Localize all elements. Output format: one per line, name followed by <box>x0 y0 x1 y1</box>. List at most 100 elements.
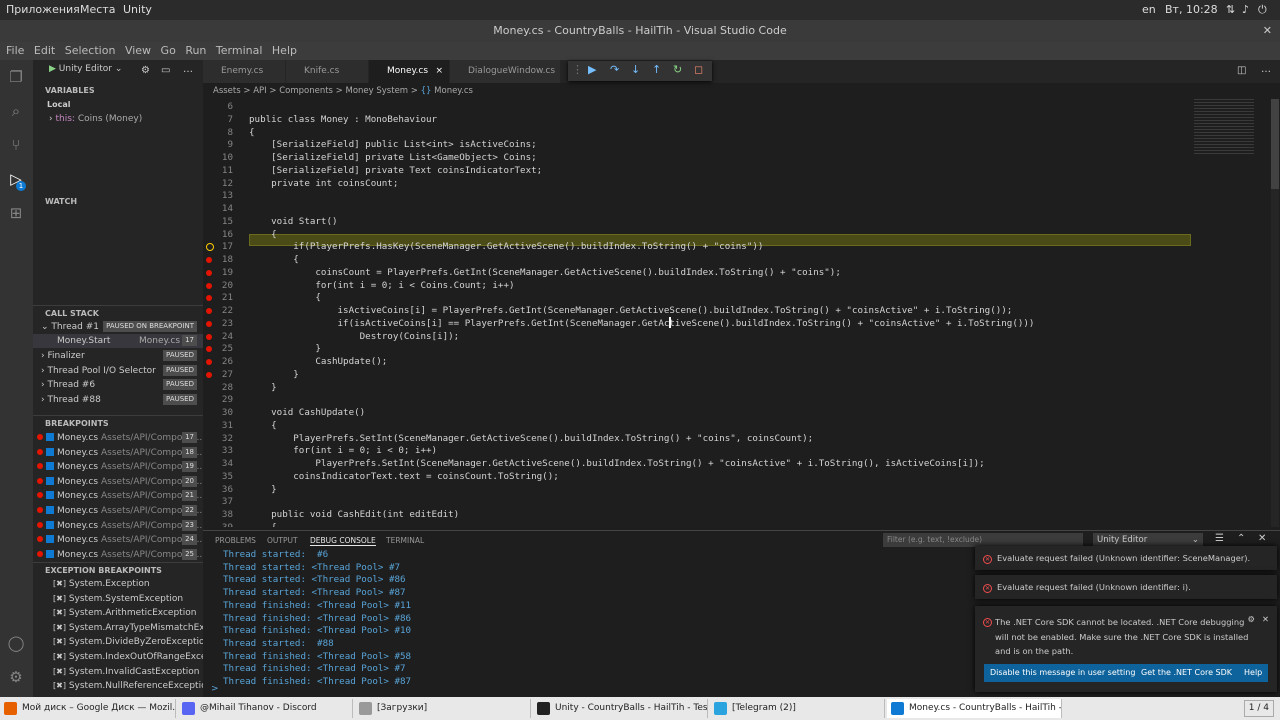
callstack-header[interactable]: CALL STACK <box>33 305 203 321</box>
tab-dialoguewindow[interactable]: DialogueWindow.cs <box>450 60 560 83</box>
keyboard-layout[interactable]: en <box>1142 3 1156 16</box>
breadcrumb-item[interactable]: Assets <box>213 86 241 96</box>
code-line[interactable]: { <box>249 292 321 303</box>
menu-edit[interactable]: Edit <box>34 42 55 60</box>
tab-debug-console[interactable]: DEBUG CONSOLE <box>310 536 376 546</box>
tab-problems[interactable]: PROBLEMS <box>215 536 256 545</box>
variable-this[interactable]: › this: Coins (Money) <box>33 112 203 126</box>
applications-menu[interactable]: Приложения <box>6 3 80 16</box>
exception-breakpoint-item[interactable]: [✖] System.ArithmeticException <box>33 606 203 620</box>
close-tab-icon[interactable]: × <box>435 60 443 83</box>
code-line[interactable]: public class Money : MonoBehaviour <box>249 114 437 125</box>
code-line[interactable]: } <box>249 484 277 495</box>
breakpoint-item[interactable]: Money.cs Assets/API/Compone... 23 <box>33 519 203 533</box>
breadcrumb-item[interactable]: API <box>253 86 266 96</box>
code-line[interactable]: { <box>249 420 277 431</box>
taskbar-item[interactable]: @Mihail Tihanov - Discord <box>178 699 353 718</box>
breakpoint-item[interactable]: Money.cs Assets/API/Compone... 18 <box>33 446 203 460</box>
code-line[interactable]: [SerializeField] private Text coinsIndic… <box>249 165 542 176</box>
tab-terminal[interactable]: TERMINAL <box>386 536 424 545</box>
breakpoint-checkbox[interactable] <box>46 535 54 544</box>
breakpoint-checkbox[interactable] <box>46 506 54 514</box>
watch-header[interactable]: WATCH <box>33 194 203 210</box>
explorer-icon[interactable]: ❐ <box>7 68 25 86</box>
breadcrumb-item[interactable]: Money.cs <box>434 86 473 96</box>
more-actions-icon[interactable]: … <box>183 64 193 75</box>
variables-header[interactable]: VARIABLES <box>33 83 203 99</box>
code-line[interactable]: CashUpdate(); <box>249 356 387 367</box>
tab-enemy[interactable]: Enemy.cs <box>203 60 285 83</box>
callstack-thread-1[interactable]: ⌄ Thread #1 PAUSED ON BREAKPOINT <box>33 320 203 334</box>
notification-toast[interactable]: ✕ The .NET Core SDK cannot be located. .… <box>975 606 1277 692</box>
exception-checkbox[interactable]: [✖] <box>53 652 66 661</box>
breakpoint-checkbox[interactable] <box>46 520 54 529</box>
menu-selection[interactable]: Selection <box>65 42 116 60</box>
breakpoint-item[interactable]: Money.cs Assets/API/Compone... 17 <box>33 431 203 445</box>
breadcrumb-item[interactable]: Components <box>279 86 333 96</box>
code-line[interactable]: { <box>249 254 299 265</box>
extensions-icon[interactable]: ⊞ <box>7 204 25 222</box>
code-line[interactable]: [SerializeField] public List<int> isActi… <box>249 139 537 150</box>
tab-money[interactable]: Money.cs × <box>369 60 449 83</box>
disable-message-button[interactable]: Disable this message in user settings <box>984 664 1146 682</box>
breakpoint-checkbox[interactable] <box>46 433 54 441</box>
power-icon[interactable]: ⏻ <box>1258 3 1267 17</box>
taskbar-item[interactable]: [Telegram (2)] <box>710 699 885 718</box>
breakpoint-item[interactable]: Money.cs Assets/API/Compone... 20 <box>33 475 203 489</box>
breakpoint-dot-icon[interactable] <box>206 333 212 340</box>
code-line[interactable]: for(int i = 0; i < 0; i++) <box>249 445 437 456</box>
breakpoint-dot-icon[interactable] <box>206 359 212 365</box>
breakpoint-item[interactable]: Money.cs Assets/API/Compone... 22 <box>33 504 203 518</box>
search-icon[interactable]: ⌕ <box>7 102 25 120</box>
callstack-thread[interactable]: › Thread #6 PAUSED <box>33 378 203 392</box>
code-line[interactable]: { <box>249 229 277 240</box>
close-notification-icon[interactable]: ✕ <box>1262 614 1269 624</box>
volume-icon[interactable]: ♪ <box>1242 3 1249 16</box>
minimap[interactable] <box>1190 99 1270 159</box>
code-line[interactable]: private int coinsCount; <box>249 178 398 189</box>
code-line[interactable]: [SerializeField] private List<GameObject… <box>249 152 537 163</box>
restart-icon[interactable]: ↻ <box>673 63 682 76</box>
breakpoint-checkbox[interactable] <box>46 491 54 500</box>
exception-breakpoint-item[interactable]: [✖] System.InvalidCastException <box>33 665 203 679</box>
callstack-thread[interactable]: › Finalizer PAUSED <box>33 349 203 363</box>
drag-handle-icon[interactable]: ⋮ <box>572 63 583 76</box>
breakpoint-checkbox[interactable] <box>46 549 54 558</box>
notification-toast[interactable]: ✕ Evaluate request failed (Unknown identi… <box>975 546 1277 570</box>
breakpoint-item[interactable]: Money.cs Assets/API/Compone... 24 <box>33 533 203 547</box>
breakpoints-header[interactable]: BREAKPOINTS <box>33 415 203 431</box>
run-config-selector[interactable]: ▶ Unity Editor ⌄ <box>49 64 122 74</box>
code-line[interactable]: if(PlayerPrefs.HasKey(SceneManager.GetAc… <box>249 241 763 252</box>
breakpoint-dot-icon[interactable] <box>206 257 212 263</box>
account-icon[interactable]: ◯ <box>7 634 25 652</box>
clear-console-icon[interactable]: ☰ <box>1215 533 1224 544</box>
breakpoint-checkbox[interactable] <box>46 447 54 456</box>
taskbar-item[interactable]: Money.cs - CountryBalls - HailTih -... <box>887 699 1062 718</box>
help-button[interactable]: Help <box>1238 664 1269 682</box>
breakpoint-checkbox[interactable] <box>46 476 54 485</box>
workspace-switcher[interactable]: 1 / 4 <box>1243 700 1274 717</box>
split-editor-icon[interactable]: ◫ <box>1237 65 1246 76</box>
code-line[interactable]: Destroy(Coins[i]); <box>249 331 460 342</box>
code-line[interactable]: if(isActiveCoins[i] == PlayerPrefs.GetIn… <box>249 318 1035 329</box>
menu-file[interactable]: File <box>6 42 24 60</box>
callstack-frame[interactable]: Money.Start Money.cs 17 <box>33 334 203 348</box>
source-control-icon[interactable]: ⑂ <box>7 136 25 154</box>
tab-knife[interactable]: Knife.cs <box>286 60 368 83</box>
code-line[interactable]: PlayerPrefs.SetInt(SceneManager.GetActiv… <box>249 458 984 469</box>
exception-checkbox[interactable]: [✖] <box>53 608 66 617</box>
exception-breakpoint-item[interactable]: [✖] System.SystemException <box>33 592 203 606</box>
close-panel-icon[interactable]: ✕ <box>1258 533 1266 544</box>
places-menu[interactable]: Места <box>80 3 115 16</box>
code-line[interactable]: } <box>249 369 299 380</box>
settings-gear-icon[interactable]: ⚙ <box>141 65 150 76</box>
exception-checkbox[interactable]: [✖] <box>53 681 66 690</box>
exception-checkbox[interactable]: [✖] <box>53 667 66 676</box>
breakpoint-dot-icon[interactable] <box>206 282 212 289</box>
breakpoint-dot-icon[interactable] <box>206 308 212 314</box>
stop-icon[interactable]: ◻ <box>694 63 703 76</box>
breakpoint-dot-icon[interactable] <box>206 269 212 276</box>
code-line[interactable]: coinsCount = PlayerPrefs.GetInt(SceneMan… <box>249 267 840 278</box>
code-line[interactable]: { <box>249 127 255 138</box>
console-source-select[interactable]: Unity Editor ⌄ <box>1093 533 1203 547</box>
